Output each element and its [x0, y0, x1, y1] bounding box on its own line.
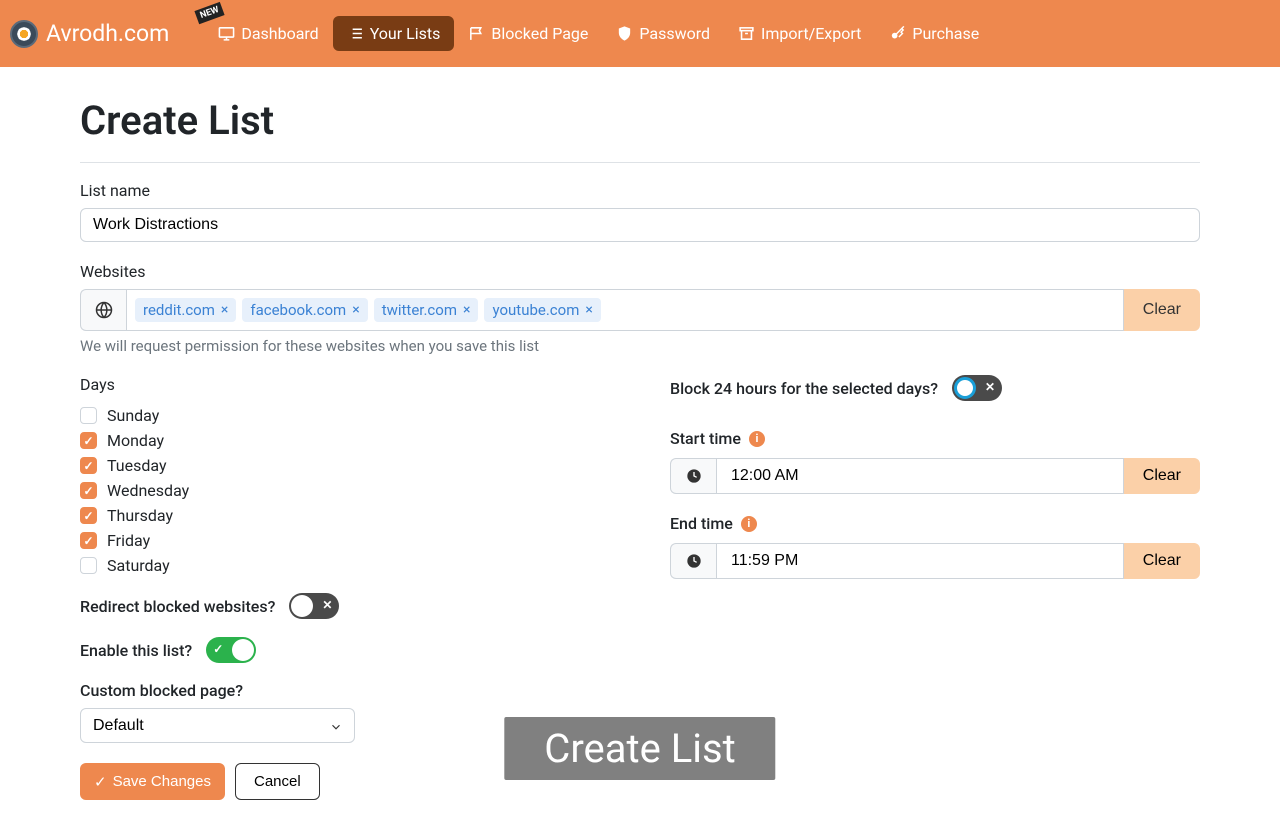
nav-your-lists[interactable]: Your Lists: [333, 16, 455, 51]
day-label: Tuesday: [107, 456, 167, 475]
start-time-input[interactable]: [716, 458, 1124, 494]
check-icon: ✓: [213, 642, 223, 656]
day-label: Monday: [107, 431, 164, 450]
block24-toggle[interactable]: ✕: [952, 375, 1002, 401]
x-icon: ✕: [322, 598, 332, 612]
monitor-icon: [218, 25, 235, 42]
nav-import-export[interactable]: Import/Export: [724, 16, 875, 51]
start-time-clear-button[interactable]: Clear: [1124, 458, 1200, 494]
website-tag: twitter.com ×: [374, 298, 479, 322]
info-icon[interactable]: i: [749, 431, 765, 447]
day-label: Saturday: [107, 556, 170, 575]
nav-dashboard[interactable]: NEWDashboard: [204, 16, 332, 51]
brand[interactable]: Avrodh.com: [10, 20, 169, 48]
top-navbar: Avrodh.com NEWDashboardYour ListsBlocked…: [0, 0, 1280, 67]
nav-blocked-page[interactable]: Blocked Page: [454, 16, 602, 51]
nav-items: NEWDashboard Your Lists Blocked Page Passwo…: [204, 16, 993, 51]
check-icon: ✓: [94, 773, 107, 791]
day-row-saturday: Saturday: [80, 556, 610, 575]
day-label: Sunday: [107, 406, 159, 425]
nav-label: Purchase: [912, 24, 979, 43]
flag-icon: [468, 25, 485, 42]
list-name-label: List name: [80, 181, 1200, 200]
days-label: Days: [80, 375, 610, 394]
custom-page-label: Custom blocked page?: [80, 681, 610, 700]
day-row-tuesday: Tuesday: [80, 456, 610, 475]
key-icon: [889, 25, 906, 42]
nav-label: Dashboard: [241, 24, 318, 43]
info-icon[interactable]: i: [741, 516, 757, 532]
block24-label: Block 24 hours for the selected days?: [670, 379, 938, 398]
end-time-input[interactable]: [716, 543, 1124, 579]
list-name-input[interactable]: [80, 208, 1200, 242]
redirect-label: Redirect blocked websites?: [80, 597, 275, 616]
nav-label: Password: [639, 24, 710, 43]
websites-helper: We will request permission for these web…: [80, 337, 1200, 355]
redirect-toggle[interactable]: ✕: [289, 593, 339, 619]
shield-icon: [616, 25, 633, 42]
logo-icon: [10, 20, 38, 48]
websites-clear-button[interactable]: Clear: [1124, 289, 1200, 331]
websites-label: Websites: [80, 262, 1200, 281]
day-checkbox-wednesday[interactable]: [80, 482, 97, 499]
day-checkbox-saturday[interactable]: [80, 557, 97, 574]
tag-remove-icon[interactable]: ×: [463, 302, 470, 318]
nav-password[interactable]: Password: [602, 16, 724, 51]
day-label: Thursday: [107, 506, 173, 525]
day-label: Friday: [107, 531, 150, 550]
archive-icon: [738, 25, 755, 42]
day-checkbox-thursday[interactable]: [80, 507, 97, 524]
x-icon: ✕: [985, 380, 995, 394]
website-tag: youtube.com ×: [484, 298, 600, 322]
clock-icon: [670, 543, 716, 579]
day-row-thursday: Thursday: [80, 506, 610, 525]
nav-label: Your Lists: [370, 24, 441, 43]
day-row-friday: Friday: [80, 531, 610, 550]
day-label: Wednesday: [107, 481, 189, 500]
page-title: Create List: [80, 97, 1200, 144]
brand-text: Avrodh.com: [46, 20, 169, 47]
day-row-sunday: Sunday: [80, 406, 610, 425]
website-tag: facebook.com ×: [242, 298, 367, 322]
divider: [80, 162, 1200, 163]
start-time-label: Start time: [670, 429, 741, 448]
website-tag: reddit.com ×: [135, 298, 236, 322]
list-icon: [347, 25, 364, 42]
nav-label: Import/Export: [761, 24, 861, 43]
nav-label: Blocked Page: [491, 24, 588, 43]
end-time-label: End time: [670, 514, 733, 533]
nav-purchase[interactable]: Purchase: [875, 16, 993, 51]
enable-label: Enable this list?: [80, 641, 192, 660]
day-checkbox-tuesday[interactable]: [80, 457, 97, 474]
clock-icon: [670, 458, 716, 494]
save-button[interactable]: ✓ Save Changes: [80, 763, 225, 800]
end-time-clear-button[interactable]: Clear: [1124, 543, 1200, 579]
custom-page-select[interactable]: Default: [80, 708, 355, 743]
tag-remove-icon[interactable]: ×: [352, 302, 359, 318]
enable-toggle[interactable]: ✓: [206, 637, 256, 663]
websites-input[interactable]: reddit.com ×facebook.com × twitter.com ×y…: [126, 289, 1124, 331]
globe-icon: [80, 289, 126, 331]
tag-remove-icon[interactable]: ×: [585, 302, 592, 318]
new-badge: NEW: [195, 2, 225, 24]
day-checkbox-sunday[interactable]: [80, 407, 97, 424]
day-checkbox-friday[interactable]: [80, 532, 97, 549]
tag-remove-icon[interactable]: ×: [221, 302, 228, 318]
cancel-button[interactable]: Cancel: [235, 763, 320, 800]
day-row-monday: Monday: [80, 431, 610, 450]
day-row-wednesday: Wednesday: [80, 481, 610, 500]
day-checkbox-monday[interactable]: [80, 432, 97, 449]
